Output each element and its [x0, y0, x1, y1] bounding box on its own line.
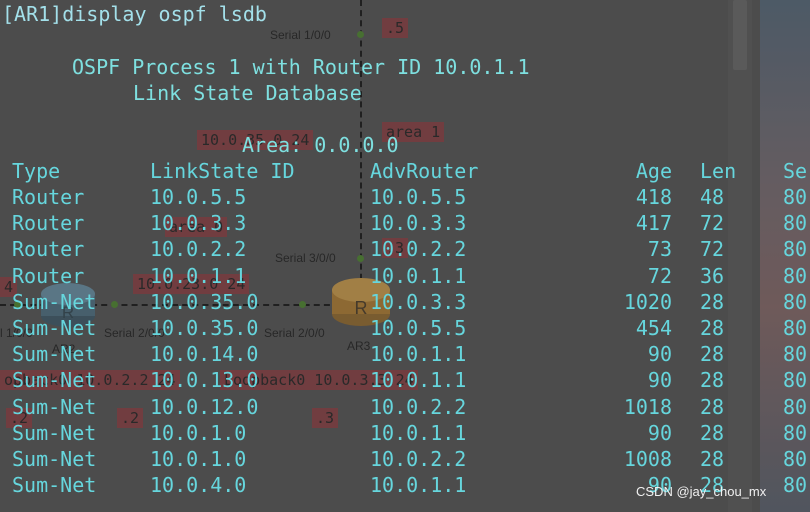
len-cell: 28: [700, 289, 725, 314]
len-cell: 28: [700, 342, 725, 367]
len-cell: 72: [700, 237, 725, 262]
adv-router-cell: 10.0.2.2: [370, 447, 467, 471]
command-line: [AR1]display ospf lsdb: [2, 2, 267, 26]
table-row: Router 10.0.3.3 10.0.3.3 417 72 80: [0, 210, 810, 236]
age-cell: 1008: [623, 447, 672, 471]
age-cell: 90: [647, 342, 672, 367]
adv-router-cell: 10.0.1.1: [370, 342, 467, 367]
sequence-cell: 80: [783, 211, 808, 236]
lsa-type-cell: Sum-Net: [12, 473, 97, 498]
adv-router-cell: 10.0.1.1: [370, 420, 467, 445]
sequence-cell: 80: [783, 447, 808, 471]
age-cell: 1018: [623, 394, 672, 419]
column-header-type: Type: [12, 159, 61, 183]
link-state-id-cell: 10.0.14.0: [150, 342, 259, 367]
adv-router-cell: 10.0.2.2: [370, 237, 467, 262]
sequence-cell: 80: [783, 237, 808, 262]
age-cell: 418: [635, 185, 672, 209]
len-cell: 36: [700, 263, 725, 288]
table-row: Sum-Net 10.0.1.0 10.0.1.1 90 28 80: [0, 420, 810, 446]
table-row: Sum-Net 10.0.14.0 10.0.1.1 90 28 80: [0, 341, 810, 367]
sequence-cell: 80: [783, 394, 808, 419]
lsdb-title: Link State Database: [133, 81, 362, 105]
link-state-id-cell: 10.0.1.1: [150, 263, 247, 288]
age-cell: 454: [635, 316, 672, 340]
len-cell: 72: [700, 211, 725, 236]
link-state-id-cell: 10.0.1.0: [150, 447, 247, 471]
lsa-type-cell: Router: [12, 263, 85, 288]
table-row: Sum-Net 10.0.35.0 10.0.5.5 454 28 80: [0, 315, 810, 341]
lsa-type-cell: Sum-Net: [12, 394, 97, 419]
lsa-type-cell: Sum-Net: [12, 368, 97, 393]
sequence-cell: 80: [783, 342, 808, 367]
lsa-type-cell: Router: [12, 211, 85, 236]
age-cell: 73: [647, 237, 672, 262]
table-row: Sum-Net 10.0.13.0 10.0.1.1 90 28 80: [0, 367, 810, 393]
table-row: Router 10.0.5.5 10.0.5.5 418 48 80: [0, 184, 810, 210]
sequence-cell: 80: [783, 368, 808, 393]
sequence-cell: 80: [783, 473, 808, 498]
len-cell: 28: [700, 447, 725, 471]
area-title: Area: 0.0.0.0: [242, 133, 399, 157]
link-state-id-cell: 10.0.12.0: [150, 394, 259, 419]
column-header-len: Len: [700, 159, 737, 183]
table-row: Router 10.0.2.2 10.0.2.2 73 72 80: [0, 236, 810, 262]
table-row: Router 10.0.1.1 10.0.1.1 72 36 80: [0, 263, 810, 289]
len-cell: 48: [700, 185, 725, 209]
column-header-age: Age: [635, 159, 672, 183]
process-title: OSPF Process 1 with Router ID 10.0.1.1: [72, 55, 530, 79]
table-row: Sum-Net 10.0.12.0 10.0.2.2 1018 28 80: [0, 394, 810, 420]
link-state-id-cell: 10.0.35.0: [150, 289, 259, 314]
len-cell: 28: [700, 420, 725, 445]
adv-router-cell: 10.0.5.5: [370, 316, 467, 340]
table-row: Sum-Net 10.0.35.0 10.0.3.3 1020 28 80: [0, 289, 810, 315]
link-state-id-cell: 10.0.2.2: [150, 237, 247, 262]
sequence-cell: 80: [783, 289, 808, 314]
watermark: CSDN @jay_chou_mx: [636, 484, 767, 499]
link-state-id-cell: 10.0.5.5: [150, 185, 247, 209]
adv-router-cell: 10.0.2.2: [370, 394, 467, 419]
sequence-cell: 80: [783, 420, 808, 445]
adv-router-cell: 10.0.1.1: [370, 473, 467, 498]
link-state-id-cell: 10.0.4.0: [150, 473, 247, 498]
column-header-lsid: LinkState ID: [150, 159, 295, 183]
column-header-seq: Se: [783, 159, 808, 183]
sequence-cell: 80: [783, 263, 808, 288]
adv-router-cell: 10.0.5.5: [370, 185, 467, 209]
age-cell: 90: [647, 368, 672, 393]
lsa-type-cell: Sum-Net: [12, 342, 97, 367]
lsa-type-cell: Sum-Net: [12, 447, 97, 471]
adv-router-cell: 10.0.1.1: [370, 263, 467, 288]
lsa-type-cell: Router: [12, 185, 85, 209]
link-state-id-cell: 10.0.35.0: [150, 316, 259, 340]
adv-router-cell: 10.0.3.3: [370, 211, 467, 236]
link-state-id-cell: 10.0.3.3: [150, 211, 247, 236]
adv-router-cell: 10.0.3.3: [370, 289, 467, 314]
len-cell: 28: [700, 394, 725, 419]
table-header: Type LinkState ID AdvRouter Age Len Se: [0, 158, 810, 184]
age-cell: 72: [647, 263, 672, 288]
lsa-type-cell: Sum-Net: [12, 289, 97, 314]
lsa-type-cell: Router: [12, 237, 85, 262]
sequence-cell: 80: [783, 185, 808, 209]
lsa-type-cell: Sum-Net: [12, 420, 97, 445]
lsa-type-cell: Sum-Net: [12, 316, 97, 340]
sequence-cell: 80: [783, 316, 808, 340]
link-state-id-cell: 10.0.13.0: [150, 368, 259, 393]
table-row: Sum-Net 10.0.1.0 10.0.2.2 1008 28 80: [0, 446, 810, 472]
len-cell: 28: [700, 368, 725, 393]
len-cell: 28: [700, 316, 725, 340]
age-cell: 90: [647, 420, 672, 445]
column-header-advrouter: AdvRouter: [370, 159, 479, 183]
age-cell: 1020: [623, 289, 672, 314]
adv-router-cell: 10.0.1.1: [370, 368, 467, 393]
age-cell: 417: [635, 211, 672, 236]
link-state-id-cell: 10.0.1.0: [150, 420, 247, 445]
